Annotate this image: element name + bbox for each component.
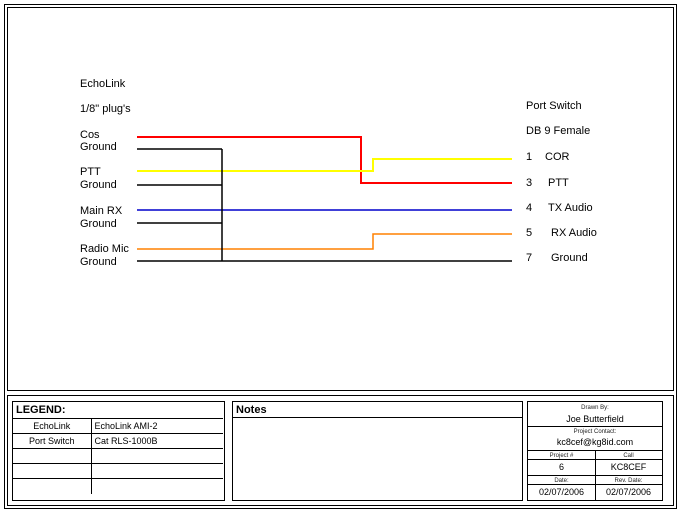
legend-table: EchoLink EchoLink AMI-2 Port Switch Cat …: [13, 418, 223, 494]
tb-divider: [528, 484, 662, 485]
legend-value: EchoLink AMI-2: [91, 418, 223, 434]
rev-date-label: Rev. Date:: [614, 478, 643, 484]
rev-date-value: 02/07/2006: [605, 487, 652, 497]
date-label: Date:: [554, 478, 569, 484]
call-value: KC8CEF: [610, 462, 647, 472]
legend-key: [13, 478, 92, 494]
legend-box: LEGEND: EchoLink EchoLink AMI-2 Port Swi…: [12, 401, 225, 501]
legend-row: Port Switch Cat RLS-1000B: [13, 433, 223, 449]
legend-key: EchoLink: [13, 418, 92, 434]
legend-key: Port Switch: [13, 433, 92, 449]
wire-radio-mic: [137, 233, 512, 250]
drawn-by-value: Joe Butterfield: [566, 414, 624, 424]
tb-divider: [528, 459, 662, 460]
project-contact-value: kc8cef@kg8id.com: [556, 437, 634, 447]
wire-ptt: [137, 158, 512, 172]
legend-value: Cat RLS-1000B: [91, 433, 223, 449]
project-number-value: 6: [558, 462, 564, 472]
legend-title: LEGEND:: [16, 404, 66, 416]
legend-value: [91, 448, 223, 464]
project-number-label: Project #: [549, 453, 574, 459]
legend-key: [13, 448, 92, 464]
legend-key: [13, 463, 92, 479]
date-value: 02/07/2006: [538, 487, 585, 497]
notes-divider: [233, 417, 522, 418]
notes-box: Notes: [232, 401, 523, 501]
notes-title: Notes: [236, 404, 267, 416]
legend-row: [13, 478, 223, 494]
legend-row: EchoLink EchoLink AMI-2: [13, 418, 223, 434]
call-label: Call: [623, 453, 634, 459]
drawn-by-label: Drawn By:: [581, 405, 609, 411]
legend-row: [13, 448, 223, 464]
legend-row: [13, 463, 223, 479]
title-block: Drawn By: Joe Butterfield Project Contac…: [527, 401, 663, 501]
legend-value: [91, 478, 223, 494]
ground-bus: [137, 148, 512, 262]
legend-value: [91, 463, 223, 479]
